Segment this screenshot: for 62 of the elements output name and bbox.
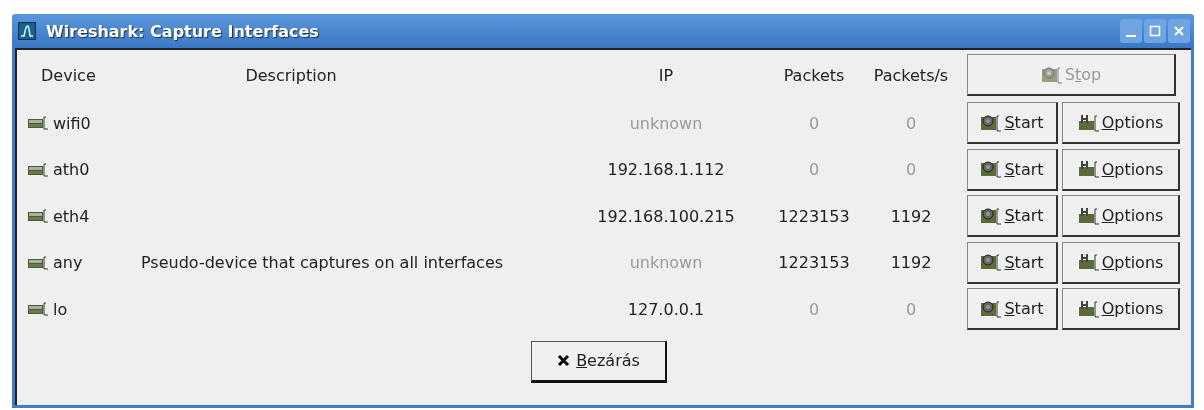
capture-card-icon (980, 205, 1003, 226)
packet-rate: 0 (905, 160, 917, 180)
ip-address: 192.168.1.112 (607, 160, 725, 180)
network-card-icon (27, 255, 49, 270)
device-name: eth4 (53, 206, 90, 226)
options-button[interactable]: Options (1062, 288, 1180, 331)
capture-card-icon (980, 112, 1003, 133)
ip-address: 127.0.0.1 (627, 299, 705, 319)
column-header: Device (40, 64, 97, 87)
options-button[interactable]: Options (1062, 148, 1180, 191)
packet-count: 0 (808, 160, 820, 180)
device-description: Pseudo-device that captures on all interfaces (141, 253, 504, 273)
packet-rate: 0 (905, 299, 917, 319)
options-button[interactable]: Options (1062, 102, 1180, 145)
network-card-icon (27, 162, 49, 177)
column-header: Packets/s (872, 64, 950, 87)
maximize-icon (1149, 25, 1161, 37)
start-button[interactable]: Start (967, 148, 1058, 191)
close-button[interactable] (1168, 19, 1190, 43)
column-header: Packets (782, 64, 846, 87)
start-button[interactable]: Start (967, 241, 1058, 284)
packet-count: 0 (808, 113, 820, 133)
device-name: lo (53, 299, 68, 319)
capture-card-icon (980, 298, 1003, 319)
capture-card-icon (1040, 64, 1063, 85)
minimize-button[interactable] (1120, 19, 1142, 43)
network-card-icon (27, 209, 49, 224)
start-button[interactable]: Start (967, 195, 1058, 238)
wrench-card-icon (1077, 112, 1100, 133)
device-name: wifi0 (53, 113, 91, 133)
column-header: Description (244, 64, 338, 87)
wrench-card-icon (1077, 298, 1100, 319)
capture-card-icon (980, 159, 1003, 180)
app-icon (18, 22, 36, 40)
minimize-icon (1126, 35, 1136, 37)
device-name: any (53, 253, 83, 273)
device-name: ath0 (53, 160, 90, 180)
packet-rate: 1192 (890, 206, 932, 226)
column-header: IP (657, 64, 675, 87)
options-button[interactable]: Options (1062, 241, 1180, 284)
network-card-icon (27, 116, 49, 131)
start-button[interactable]: Start (967, 102, 1058, 145)
maximize-button[interactable] (1144, 19, 1166, 43)
wrench-card-icon (1077, 252, 1100, 273)
packet-count: 0 (808, 299, 820, 319)
close-icon (1173, 25, 1185, 37)
close-icon (557, 354, 571, 367)
packet-count: 1223153 (778, 253, 850, 273)
window-title: Wireshark: Capture Interfaces (46, 21, 320, 41)
wrench-card-icon (1077, 205, 1100, 226)
packet-rate: 1192 (890, 253, 932, 273)
ip-address: 192.168.100.215 (597, 206, 735, 226)
ip-address: unknown (629, 113, 703, 133)
packet-count: 1223153 (778, 206, 850, 226)
capture-card-icon (980, 252, 1003, 273)
start-button[interactable]: Start (967, 288, 1058, 331)
wrench-card-icon (1077, 159, 1100, 180)
close-dialog-button[interactable]: Bezárás (531, 340, 667, 383)
options-button[interactable]: Options (1062, 195, 1180, 238)
network-card-icon (27, 302, 49, 317)
ip-address: unknown (629, 253, 703, 273)
packet-rate: 0 (905, 113, 917, 133)
